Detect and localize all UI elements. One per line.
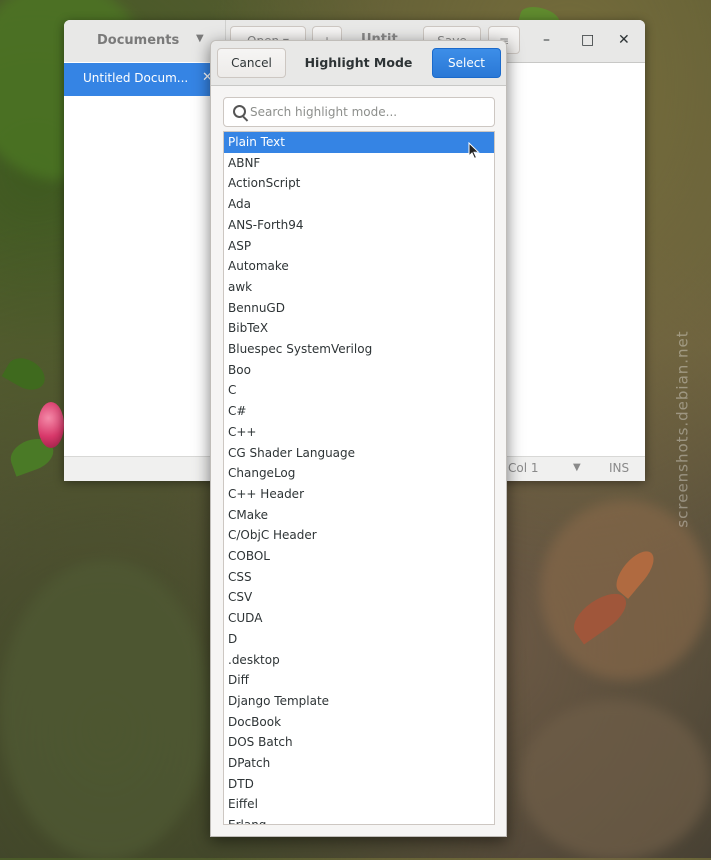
list-item[interactable]: DTD bbox=[224, 774, 494, 795]
sidebar-document-item[interactable]: Untitled Docum... ✕ bbox=[64, 63, 226, 96]
documents-title[interactable]: Documents bbox=[97, 33, 179, 48]
minimize-icon[interactable]: – bbox=[543, 32, 550, 48]
list-item[interactable]: D bbox=[224, 629, 494, 650]
list-item[interactable]: Bluespec SystemVerilog bbox=[224, 339, 494, 360]
document-name: Untitled Docum... bbox=[83, 71, 189, 85]
list-item[interactable]: Diff bbox=[224, 670, 494, 691]
list-item[interactable]: Eiffel bbox=[224, 794, 494, 815]
list-item[interactable]: C++ Header bbox=[224, 484, 494, 505]
list-item[interactable]: Django Template bbox=[224, 691, 494, 712]
list-item[interactable]: C/ObjC Header bbox=[224, 525, 494, 546]
cursor-position[interactable]: Col 1 bbox=[508, 461, 539, 475]
list-item[interactable]: C++ bbox=[224, 422, 494, 443]
search-entry[interactable] bbox=[223, 97, 495, 127]
list-item[interactable]: Automake bbox=[224, 256, 494, 277]
list-item[interactable]: Ada bbox=[224, 194, 494, 215]
list-item[interactable]: ActionScript bbox=[224, 173, 494, 194]
list-item[interactable]: DocBook bbox=[224, 712, 494, 733]
list-item[interactable]: DOS Batch bbox=[224, 732, 494, 753]
list-item[interactable]: ABNF bbox=[224, 153, 494, 174]
list-item[interactable]: CMake bbox=[224, 505, 494, 526]
close-icon[interactable]: ✕ bbox=[618, 32, 630, 48]
list-item[interactable]: Plain Text bbox=[224, 132, 494, 153]
list-item[interactable]: C# bbox=[224, 401, 494, 422]
cancel-button[interactable]: Cancel bbox=[217, 48, 286, 78]
list-item[interactable]: BennuGD bbox=[224, 298, 494, 319]
list-item[interactable]: Erlang bbox=[224, 815, 494, 824]
list-item[interactable]: .desktop bbox=[224, 650, 494, 671]
list-item[interactable]: COBOL bbox=[224, 546, 494, 567]
mouse-pointer-icon bbox=[468, 142, 480, 160]
highlight-mode-list[interactable]: Plain Text ABNF ActionScript Ada ANS-Forth94… bbox=[223, 131, 495, 825]
watermark-text: screenshots.debian.net bbox=[673, 330, 692, 528]
insert-mode[interactable]: INS bbox=[609, 461, 629, 475]
position-dropdown-icon[interactable]: ▼ bbox=[573, 462, 581, 473]
search-input[interactable] bbox=[250, 98, 490, 126]
list-item[interactable]: awk bbox=[224, 277, 494, 298]
list-item[interactable]: ANS-Forth94 bbox=[224, 215, 494, 236]
maximize-icon[interactable]: □ bbox=[581, 32, 594, 48]
list-item[interactable]: CSV bbox=[224, 587, 494, 608]
list-item[interactable]: ChangeLog bbox=[224, 463, 494, 484]
search-icon bbox=[233, 105, 246, 118]
list-item[interactable]: CUDA bbox=[224, 608, 494, 629]
list-item[interactable]: Boo bbox=[224, 360, 494, 381]
documents-sidebar: Untitled Docum... ✕ bbox=[64, 62, 227, 480]
highlight-mode-dialog: Highlight Mode Cancel Select Plain TextA… bbox=[210, 40, 507, 837]
list-item[interactable]: CSS bbox=[224, 567, 494, 588]
documents-dropdown-icon[interactable]: ▼ bbox=[196, 33, 204, 44]
dialog-headerbar: Highlight Mode Cancel Select bbox=[211, 41, 506, 86]
flower-bud bbox=[38, 402, 64, 448]
list-item[interactable]: DPatch bbox=[224, 753, 494, 774]
select-button[interactable]: Select bbox=[432, 48, 501, 78]
list-item[interactable]: C bbox=[224, 380, 494, 401]
list-item[interactable]: ASP bbox=[224, 236, 494, 257]
list-item[interactable]: CG Shader Language bbox=[224, 443, 494, 464]
list-item[interactable]: BibTeX bbox=[224, 318, 494, 339]
